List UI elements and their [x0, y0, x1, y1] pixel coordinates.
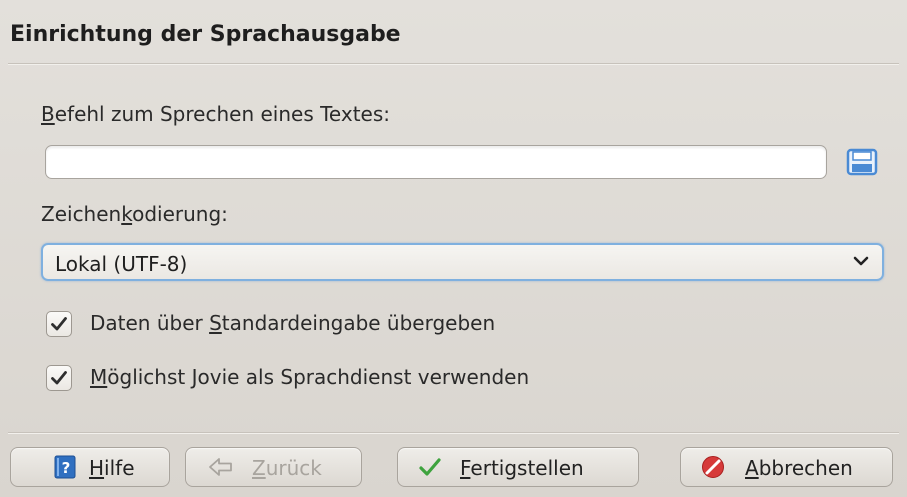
help-label-rest: ilfe [104, 456, 135, 480]
save-icon[interactable] [846, 147, 878, 177]
finish-button-label: Fertigstellen [460, 456, 584, 480]
svg-text:?: ? [62, 459, 71, 477]
cancel-button[interactable]: Abbrechen [680, 447, 893, 487]
speech-setup-dialog: Einrichtung der Sprachausgabe Befehl zum… [0, 0, 907, 497]
finish-button[interactable]: Fertigstellen [397, 447, 639, 487]
stdin-checkbox[interactable] [46, 311, 72, 337]
stdin-label-pre: Daten über [90, 311, 210, 335]
help-button-label: Hilfe [89, 456, 135, 480]
back-button-label: Zurück [252, 456, 322, 480]
stdin-checkbox-label: Daten über Standardeingabe übergeben [90, 311, 495, 335]
back-label-rest: urück [265, 456, 322, 480]
encoding-select[interactable]: Lokal (UTF-8) [41, 243, 884, 281]
checkmark-icon [418, 455, 442, 479]
finish-label-rest: ertigstellen [470, 456, 584, 480]
back-arrow-icon [208, 455, 232, 479]
encoding-label-mnemonic: k [121, 202, 133, 226]
cancel-icon [701, 455, 725, 479]
jovie-label-post: öglichst Jovie als Sprachdienst verwende… [107, 365, 530, 389]
help-icon: ? [53, 455, 77, 479]
button-separator [8, 432, 899, 434]
checkmark-icon [51, 317, 67, 331]
command-label-text: efehl zum Sprechen eines Textes: [54, 102, 391, 126]
back-mnemonic: Z [252, 456, 266, 480]
jovie-checkbox[interactable] [46, 365, 72, 391]
help-mnemonic: H [89, 456, 105, 480]
encoding-selected-value: Lokal (UTF-8) [55, 252, 188, 276]
stdin-label-post: tandardeingabe übergeben [221, 311, 496, 335]
jovie-checkbox-label: Möglichst Jovie als Sprachdienst verwend… [90, 365, 529, 389]
cancel-label-rest: bbrechen [758, 456, 853, 480]
command-label-mnemonic: B [41, 102, 55, 126]
command-input[interactable] [45, 145, 827, 179]
title-separator [8, 63, 899, 65]
back-button[interactable]: Zurück [185, 447, 362, 487]
encoding-label: Zeichenkodierung: [41, 202, 228, 226]
checkmark-icon [51, 371, 67, 385]
cancel-mnemonic: A [745, 456, 759, 480]
encoding-label-pre: Zeichen [41, 202, 122, 226]
command-label: Befehl zum Sprechen eines Textes: [41, 102, 390, 126]
encoding-label-post: odierung: [132, 202, 228, 226]
chevron-down-icon [852, 252, 870, 270]
finish-mnemonic: F [460, 456, 471, 480]
dialog-title: Einrichtung der Sprachausgabe [10, 22, 401, 47]
help-button[interactable]: ? Hilfe [10, 447, 170, 487]
jovie-label-mnemonic: M [90, 365, 108, 389]
cancel-button-label: Abbrechen [745, 456, 853, 480]
stdin-label-mnemonic: S [209, 311, 222, 335]
